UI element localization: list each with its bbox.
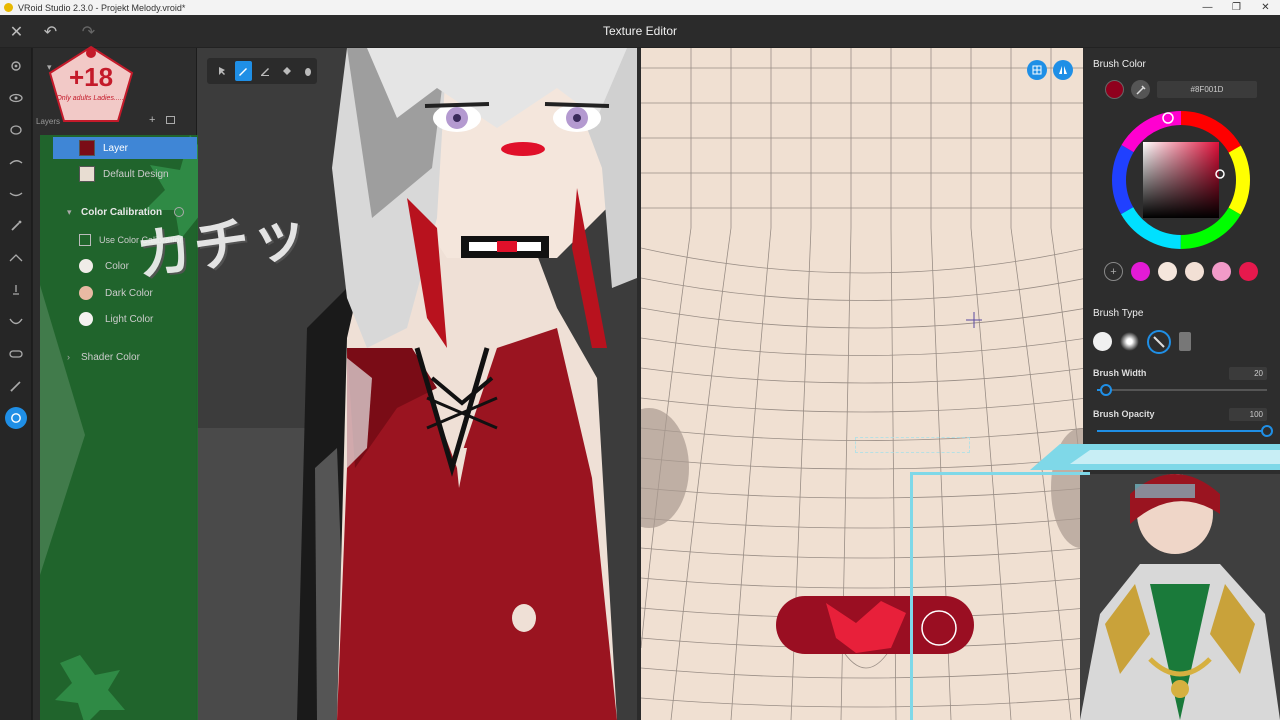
rail-eyebrow-icon[interactable] (5, 151, 27, 173)
brush-width-label: Brush Width (1093, 368, 1147, 378)
rail-face-icon[interactable] (5, 55, 27, 77)
layer-label: Layer (103, 142, 129, 154)
rail-iris-icon[interactable] (5, 119, 27, 141)
hard-brush-button[interactable] (1093, 332, 1112, 351)
brush-width-track[interactable] (1097, 389, 1267, 391)
fill-tool-button[interactable] (278, 61, 296, 81)
eraser-tool-button[interactable] (256, 61, 274, 81)
brush-opacity-fill (1097, 430, 1267, 432)
rail-nose-icon[interactable] (5, 247, 27, 269)
use-color-calibration-checkbox[interactable] (79, 234, 91, 246)
brush-type-selector (1093, 330, 1191, 354)
app-logo-icon (4, 3, 13, 12)
palette-swatch-skin[interactable] (1158, 262, 1177, 281)
layer-thumb (79, 166, 95, 182)
category-rail (0, 48, 32, 720)
close-icon: ✕ (9, 23, 24, 41)
undo-icon: ↶ (43, 23, 58, 41)
mirror-toggle-button[interactable] (1053, 60, 1073, 80)
texture-brush-button[interactable] (1179, 332, 1191, 351)
dropper-tool-button[interactable] (299, 61, 317, 81)
select-tool-button[interactable] (213, 61, 231, 81)
brush-width-slider[interactable] (1100, 384, 1112, 396)
age-rating-subtitle: Only adults Ladies...... (56, 95, 126, 102)
rail-ear-icon[interactable] (5, 311, 27, 333)
undo-button[interactable]: ↶ (34, 15, 67, 48)
color-swatch[interactable] (79, 259, 93, 273)
rail-skin-icon[interactable] (5, 407, 27, 429)
os-titlebar: VRoid Studio 2.3.0 - Projekt Melody.vroi… (0, 0, 1280, 15)
redo-icon: ↷ (81, 23, 96, 41)
pen-tool-button[interactable] (234, 61, 253, 81)
brush-opacity-input[interactable]: 100 (1229, 408, 1267, 421)
close-window-button[interactable]: ✕ (1251, 0, 1280, 15)
current-color-swatch[interactable] (1105, 80, 1124, 99)
palette-swatch-red[interactable] (1239, 262, 1258, 281)
layer-thumb (79, 140, 95, 156)
rail-pen-icon[interactable] (5, 375, 27, 397)
window-title: VRoid Studio 2.3.0 - Projekt Melody.vroi… (18, 2, 186, 13)
webcam-overlay (1080, 474, 1280, 720)
3d-viewport[interactable] (197, 48, 637, 720)
light-color-swatch[interactable] (79, 312, 93, 326)
line-icon (1153, 336, 1165, 348)
app-header: Texture Editor ✕ ↶ ↷ (0, 15, 1280, 48)
brush-opacity-label: Brush Opacity (1093, 409, 1155, 419)
color-wheel[interactable] (1109, 108, 1253, 252)
webcam-frame-dashes (855, 437, 970, 453)
layer-label: Default Design (103, 168, 169, 180)
brush-width-input[interactable]: 20 (1229, 367, 1267, 380)
webcam-frame-border (910, 472, 1090, 720)
close-editor-button[interactable]: ✕ (0, 15, 33, 48)
shader-color-label: Shader Color (81, 351, 140, 363)
add-color-button[interactable]: + (1104, 262, 1123, 281)
maximize-button[interactable]: ❐ (1222, 0, 1251, 15)
hex-color-input[interactable]: #8F001D (1157, 81, 1257, 98)
brush-color-title: Brush Color (1093, 59, 1146, 70)
eyedropper-button[interactable] (1131, 80, 1150, 99)
brush-opacity-slider[interactable] (1261, 425, 1273, 437)
dark-color-swatch[interactable] (79, 286, 93, 300)
chevron-right-icon: › (67, 352, 70, 362)
color-palette: + (1104, 262, 1258, 281)
layer-row-layer[interactable]: Layer (53, 137, 197, 159)
rail-eye-icon[interactable] (5, 87, 27, 109)
webcam-frame-top (1030, 444, 1280, 470)
rail-face-outline-icon[interactable] (5, 343, 27, 365)
rail-brush-icon[interactable] (5, 215, 27, 237)
palette-swatch-pink[interactable] (1212, 262, 1231, 281)
rail-mouth-icon[interactable] (5, 279, 27, 301)
calibration-color-label: Color (105, 260, 129, 272)
chevron-down-icon: ▾ (67, 206, 72, 217)
palette-swatch-light-skin[interactable] (1185, 262, 1204, 281)
brush-type-title: Brush Type (1093, 308, 1144, 319)
line-brush-button[interactable] (1147, 330, 1171, 354)
minimize-button[interactable]: — (1193, 0, 1222, 15)
app-window: VRoid Studio 2.3.0 - Projekt Melody.vroi… (0, 0, 1280, 720)
palette-swatch-magenta[interactable] (1131, 262, 1150, 281)
redo-button[interactable]: ↷ (72, 15, 105, 48)
viewport-toolbar (207, 58, 317, 84)
window-controls: — ❐ ✕ (1193, 0, 1280, 15)
model-render (197, 48, 637, 720)
shader-color-header[interactable]: › Shader Color (53, 346, 197, 368)
page-title: Texture Editor (602, 24, 678, 38)
rail-eyelash-icon[interactable] (5, 183, 27, 205)
calibration-light-color-label: Light Color (105, 313, 154, 325)
layer-row-default-design[interactable]: Default Design (53, 163, 197, 185)
webcam-avatar (1080, 474, 1280, 720)
soft-brush-button[interactable] (1120, 332, 1139, 351)
grid-toggle-button[interactable] (1027, 60, 1047, 80)
age-rating-text: +18 (68, 62, 114, 92)
calibration-light-color-row[interactable]: Light Color (53, 308, 197, 330)
eyedropper-icon (1135, 84, 1146, 95)
